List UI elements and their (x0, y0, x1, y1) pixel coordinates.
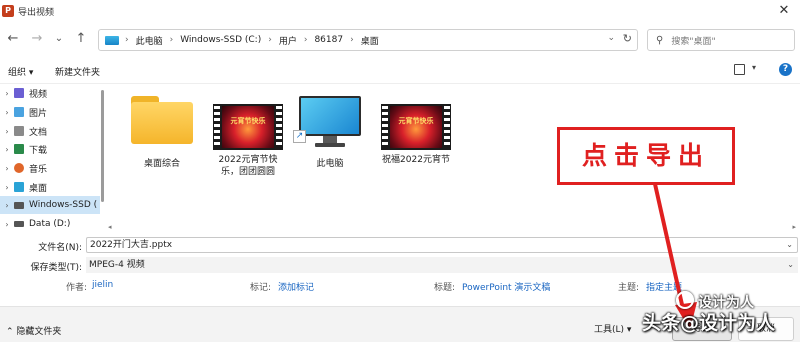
tools-menu[interactable]: 工具(L) ▾ (594, 322, 631, 335)
chevron-right-icon[interactable]: › (0, 201, 14, 210)
navigation-pane: › 视频 › 图片 › 文档 › 下载 › 音乐 › 桌面 › Windows-… (0, 84, 104, 232)
new-folder-button[interactable]: 新建文件夹 (55, 65, 100, 78)
downloads-folder-icon (14, 144, 24, 154)
search-icon: ⚲ (656, 34, 664, 46)
sidebar-item-music[interactable]: › 音乐 (0, 159, 100, 177)
this-pc-icon: ↗ (293, 96, 361, 148)
drive-icon (14, 221, 24, 227)
sidebar-item-label: 音乐 (29, 164, 48, 175)
this-pc-icon (105, 35, 119, 45)
view-options-icon[interactable] (734, 64, 745, 75)
save-type-select[interactable]: MPEG-4 视频 ⌄ (86, 257, 798, 273)
file-item-folder[interactable]: 桌面综合 (122, 96, 202, 170)
sidebar-scrollbar[interactable] (101, 90, 104, 202)
powerpoint-icon: P (2, 5, 14, 17)
window-title: 导出视频 (18, 7, 55, 18)
file-item-video[interactable]: 元宵节快乐 2022元宵节快乐，团团圆圆 (206, 98, 290, 178)
chevron-right-icon[interactable]: › (0, 164, 14, 173)
file-name: 祝福2022元宵节 (382, 155, 450, 165)
sidebar-item-label: 文档 (29, 127, 48, 138)
breadcrumb-this-pc[interactable]: 此电脑 (136, 34, 163, 47)
sidebar-item-label: Windows-SSD ( (29, 200, 98, 210)
title-value[interactable]: PowerPoint 演示文稿 (462, 280, 550, 293)
refresh-icon[interactable]: ↻ (623, 32, 632, 45)
sidebar-item-downloads[interactable]: › 下载 (0, 140, 100, 158)
chevron-up-icon: ⌃ (6, 327, 17, 337)
author-label: 作者: (66, 283, 88, 293)
chevron-right-icon[interactable]: › (0, 145, 14, 154)
breadcrumb-c-drive[interactable]: Windows-SSD (C:) (180, 35, 261, 45)
file-name: 桌面综合 (143, 159, 180, 169)
file-name: 此电脑 (316, 159, 344, 169)
watermark-logo-icon (676, 291, 694, 309)
chevron-right-icon[interactable]: › (0, 127, 14, 136)
desktop-folder-icon (14, 182, 24, 192)
sidebar-item-label: 图片 (29, 108, 48, 119)
shortcut-arrow-icon: ↗ (293, 130, 306, 143)
sidebar-item-label: 视频 (29, 89, 48, 100)
save-type-label: 保存类型(T): (30, 263, 82, 273)
sidebar-item-label: Data (D:) (29, 219, 71, 229)
organize-menu[interactable]: 组织 ▾ (8, 65, 33, 78)
chevron-down-icon[interactable]: ⌄ (787, 257, 794, 273)
chevron-down-icon[interactable]: ⌄ (786, 238, 793, 252)
sidebar-item-pictures[interactable]: › 图片 (0, 103, 100, 121)
breadcrumb-desktop[interactable]: 桌面 (361, 34, 379, 47)
address-dropdown-icon[interactable]: ⌄ (607, 33, 615, 43)
file-name: 2022元宵节快乐，团团圆圆 (218, 155, 278, 177)
chevron-down-icon[interactable]: ▾ (752, 63, 756, 72)
music-folder-icon (14, 163, 24, 173)
sidebar-item-label: 下载 (29, 145, 48, 156)
folder-icon (131, 96, 193, 144)
scroll-left-icon[interactable]: ◂ (108, 223, 112, 231)
video-folder-icon (14, 88, 24, 98)
search-input[interactable]: ⚲ 搜索"桌面" (647, 29, 795, 51)
annotation-callout: 点击导出 (557, 127, 735, 185)
up-arrow-icon[interactable]: ↑ (72, 30, 90, 48)
back-arrow-icon[interactable]: ← (4, 30, 22, 48)
file-item-shortcut[interactable]: ↗ 此电脑 (290, 96, 370, 170)
search-placeholder: 搜索"桌面" (671, 36, 716, 47)
title-label: 标题: (434, 283, 456, 293)
chevron-right-icon[interactable]: › (0, 220, 14, 229)
address-row: ← → ⌄ ↑ › 此电脑 › Windows-SSD (C:) › 用户 › … (0, 24, 800, 56)
pictures-folder-icon (14, 107, 24, 117)
command-bar: 组织 ▾ 新建文件夹 ▾ ? (0, 58, 800, 84)
file-item-video[interactable]: 元宵节快乐 祝福2022元宵节 (374, 98, 458, 166)
filename-label: 文件名(N): (38, 243, 82, 253)
tags-value[interactable]: 添加标记 (278, 280, 314, 293)
watermark-line2: 头条@设计为人 (642, 312, 776, 334)
sidebar-item-windows-ssd[interactable]: › Windows-SSD ( (0, 196, 100, 214)
tags-label: 标记: (250, 283, 272, 293)
annotation-text: 点击导出 (581, 141, 710, 170)
filename-input[interactable]: 2022开门大吉.pptx ⌄ (86, 237, 798, 253)
sidebar-item-label: 桌面 (29, 183, 48, 194)
chevron-right-icon[interactable]: › (0, 89, 14, 98)
scroll-right-icon[interactable]: ▸ (792, 223, 796, 231)
chevron-right-icon[interactable]: › (0, 183, 14, 192)
help-icon[interactable]: ? (779, 63, 792, 76)
chevron-right-icon[interactable]: › (0, 108, 14, 117)
video-thumbnail-icon: 元宵节快乐 (381, 104, 451, 150)
breadcrumb-user[interactable]: 86187 (314, 35, 343, 45)
hide-folders-toggle[interactable]: ⌃ 隐藏文件夹 (6, 324, 61, 337)
sidebar-item-desktop[interactable]: › 桌面 (0, 178, 100, 196)
recent-locations-icon[interactable]: ⌄ (50, 30, 68, 48)
drive-icon (14, 201, 24, 209)
video-thumbnail-icon: 元宵节快乐 (213, 104, 283, 150)
title-bar: P 导出视频 ✕ (0, 0, 800, 22)
horizontal-scrollbar[interactable]: ◂ ▸ (104, 223, 800, 232)
forward-arrow-icon[interactable]: → (28, 30, 46, 48)
sidebar-item-videos[interactable]: › 视频 (0, 84, 100, 102)
close-icon[interactable]: ✕ (774, 1, 794, 21)
author-value[interactable]: jielin (92, 280, 113, 290)
breadcrumb-users[interactable]: 用户 (279, 34, 297, 47)
sidebar-item-data-drive[interactable]: › Data (D:) (0, 215, 100, 232)
subject-value[interactable]: 指定主题 (646, 280, 682, 293)
address-bar[interactable]: › 此电脑 › Windows-SSD (C:) › 用户 › 86187 › … (98, 29, 638, 51)
subject-label: 主题: (618, 283, 640, 293)
sidebar-item-documents[interactable]: › 文档 (0, 122, 100, 140)
documents-folder-icon (14, 126, 24, 136)
